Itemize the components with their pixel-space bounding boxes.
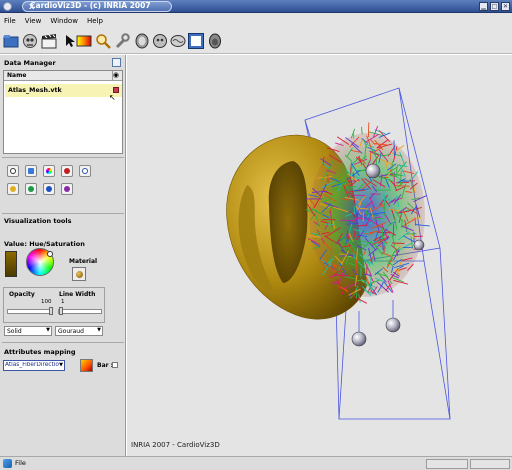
close-button[interactable]: ✕ — [501, 2, 510, 11]
clapperboard-icon[interactable] — [41, 33, 57, 49]
fiber-glyph — [414, 217, 416, 226]
attribute-select[interactable]: Atlas_FiberDirections ▼ — [3, 360, 65, 371]
line-width-value: 1 — [61, 299, 65, 305]
opacity-slider-handle[interactable] — [49, 307, 53, 315]
menu-window[interactable]: Window — [50, 17, 78, 25]
status-bar: File — [0, 456, 512, 470]
brain-icon[interactable] — [170, 33, 186, 49]
colormap-button[interactable] — [80, 359, 93, 372]
menu-help[interactable]: Help — [87, 17, 103, 25]
heart-render[interactable] — [127, 55, 512, 456]
visibility-column-icon[interactable]: ◉ — [113, 71, 119, 79]
viewport-caption: INRIA 2007 - CardioViz3D — [131, 441, 220, 449]
status-panel — [426, 459, 468, 469]
color-wheel-icon[interactable] — [43, 165, 55, 177]
fiber-glyph — [400, 170, 402, 186]
attributes-title: Attributes mapping — [4, 348, 76, 356]
color-swatch[interactable] — [5, 251, 17, 277]
heart-shield-icon[interactable] — [61, 165, 73, 177]
fiber-glyph — [381, 227, 384, 241]
toolbar — [0, 28, 512, 54]
menu-bar: File View Window Help — [0, 13, 512, 28]
color-palette-icon[interactable] — [76, 33, 92, 49]
info-icon[interactable] — [7, 165, 19, 177]
heart-yellow-icon[interactable] — [7, 183, 19, 195]
data-manager-title: Data Manager — [4, 59, 56, 67]
opacity-value: 100 — [41, 299, 52, 305]
bar-checkbox[interactable] — [112, 362, 118, 368]
status-file-icon — [3, 459, 12, 468]
3d-viewport[interactable]: INRIA 2007 - CardioViz3D — [127, 55, 512, 456]
attribute-value: Atlas_FiberDirections — [5, 362, 59, 368]
loop-icon[interactable] — [79, 165, 91, 177]
divider — [2, 213, 124, 214]
left-panel: Data Manager Name ◉ Atlas_Mesh.vtk ↖ Vis… — [0, 55, 126, 456]
head-mask-icon[interactable] — [207, 33, 223, 49]
table-header: Name ◉ — [4, 71, 122, 81]
open-folder-icon[interactable] — [3, 33, 19, 49]
table-row[interactable]: Atlas_Mesh.vtk — [5, 84, 122, 97]
window-controls: ▁ □ ✕ — [479, 2, 510, 11]
line-width-slider-handle[interactable] — [59, 307, 63, 315]
app-icon[interactable] — [3, 2, 12, 11]
opacity-slider[interactable] — [7, 309, 53, 314]
skull-icon[interactable] — [22, 33, 38, 49]
mouse-cursor-icon: ↖ — [109, 93, 116, 102]
value-label: Value: Hue/Saturation — [4, 240, 85, 248]
chevron-down-icon: ▼ — [46, 327, 50, 333]
material-sphere-icon — [76, 271, 83, 278]
head-profile-icon[interactable] — [152, 33, 168, 49]
divider — [2, 157, 124, 158]
shading-value: Gouraud — [58, 328, 84, 335]
wrench-icon[interactable] — [114, 33, 130, 49]
opacity-linewidth-group: Opacity Line Width 100 1 — [3, 287, 105, 323]
menu-file[interactable]: File — [4, 17, 16, 25]
chevron-down-icon: ▼ — [97, 327, 101, 333]
heart-purple-icon[interactable] — [61, 183, 73, 195]
line-width-label: Line Width — [59, 291, 96, 298]
heart-green-icon[interactable] — [25, 183, 37, 195]
fiber-glyph — [359, 208, 369, 210]
row-name[interactable]: Atlas_Mesh.vtk — [8, 87, 62, 94]
divider — [2, 342, 124, 343]
menu-view[interactable]: View — [25, 17, 42, 25]
view-frame-icon[interactable] — [188, 33, 204, 49]
material-button[interactable] — [72, 267, 86, 281]
data-manager-table: Name ◉ Atlas_Mesh.vtk — [3, 70, 123, 154]
window-title: CardioViz3D - (c) INRIA 2007 — [30, 1, 151, 10]
minimize-button[interactable]: ▁ — [479, 2, 488, 11]
fiber-glyph — [371, 218, 384, 220]
opacity-label: Opacity — [9, 291, 35, 298]
fiber-glyph — [325, 223, 335, 226]
shading-select[interactable]: Gouraud ▼ — [55, 326, 103, 336]
wheel-handle[interactable] — [47, 251, 53, 257]
head-icon[interactable] — [134, 33, 150, 49]
line-width-slider[interactable] — [58, 309, 102, 314]
detach-icon[interactable] — [112, 58, 121, 67]
layers-icon[interactable] — [25, 165, 37, 177]
fiber-glyph — [383, 192, 386, 203]
material-label: Material — [69, 258, 98, 265]
column-name[interactable]: Name — [7, 72, 26, 79]
representation-select[interactable]: Solid ▼ — [4, 326, 52, 336]
heart-blue-icon[interactable] — [43, 183, 55, 195]
magnifier-icon[interactable] — [95, 33, 111, 49]
visualization-title: Visualization tools — [4, 217, 72, 225]
fiber-glyph — [395, 185, 410, 187]
bar-label: Bar : — [97, 362, 114, 369]
status-text: File — [15, 459, 26, 467]
status-panel — [470, 459, 510, 469]
fiber-glyph — [361, 126, 363, 135]
representation-value: Solid — [7, 328, 22, 335]
title-bar: X CardioViz3D - (c) INRIA 2007 ▁ □ ✕ — [0, 0, 512, 13]
maximize-button[interactable]: □ — [490, 2, 499, 11]
chevron-down-icon: ▼ — [59, 362, 63, 368]
